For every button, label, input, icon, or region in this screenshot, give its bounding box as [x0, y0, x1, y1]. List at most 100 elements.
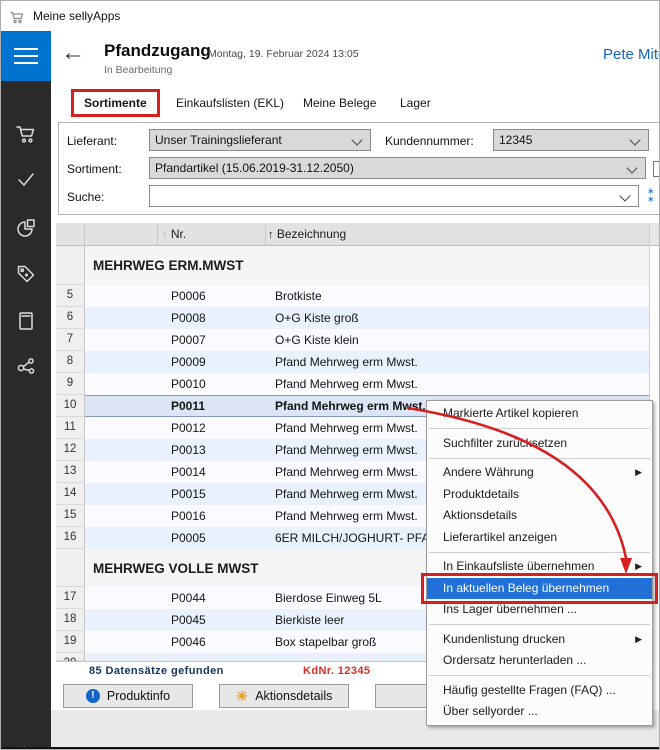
table-row[interactable]: 6P0008O+G Kiste groß: [56, 307, 649, 329]
nr-column-label: Nr.: [171, 227, 186, 241]
table-row[interactable]: 8 P0009Pfand Mehrweg erm Mwst.: [56, 351, 649, 373]
menu-item-label: Über sellyorder ...: [443, 704, 538, 718]
blank-cell: [85, 285, 158, 307]
tab-lager[interactable]: Lager: [400, 96, 431, 110]
suche-combobox[interactable]: [149, 185, 639, 207]
table-row[interactable]: 5P0006Brotkiste: [56, 285, 649, 307]
blank-cell: [85, 527, 158, 549]
menu-item-lieferartikel-anzeigen[interactable]: Lieferartikel anzeigen: [427, 527, 652, 549]
menu-item-suchfilter-zurücksetzen[interactable]: Suchfilter zurücksetzen: [427, 433, 652, 455]
artikel-nr-cell: P0012: [158, 417, 266, 439]
kundennummer-dropdown[interactable]: 12345: [493, 129, 649, 151]
rownum-cell: 16: [56, 527, 85, 549]
menu-item-kundenlistung-drucken[interactable]: Kundenlistung drucken▶: [427, 629, 652, 651]
rownum-cell: 19: [56, 631, 85, 653]
menu-item-aktionsdetails[interactable]: Aktionsdetails: [427, 505, 652, 527]
blank-cell: [85, 483, 158, 505]
submenu-arrow-icon: ▶: [635, 462, 642, 484]
artikel-nr-cell: P0044: [158, 587, 266, 609]
sortiment-label: Sortiment:: [67, 162, 122, 176]
blank-cell: [85, 653, 158, 661]
produktinfo-button[interactable]: ! Produktinfo: [63, 684, 193, 708]
menu-item-markierte-artikel-kopieren[interactable]: Markierte Artikel kopieren: [427, 403, 652, 425]
menu-item-produktdetails[interactable]: Produktdetails: [427, 484, 652, 506]
hamburger-menu-button[interactable]: [1, 31, 51, 81]
share-icon[interactable]: [14, 354, 38, 378]
menu-item-label: Ordersatz herunterladen ...: [443, 653, 586, 667]
blank-cell: [85, 417, 158, 439]
group-header-row: MEHRWEG ERM.MWST: [56, 246, 649, 285]
lieferant-value: Unser Trainingslieferant: [155, 133, 282, 147]
artikel-nr-cell: P0006: [158, 285, 266, 307]
submenu-arrow-icon: ▶: [635, 556, 642, 578]
menu-item-label: Produktdetails: [443, 487, 519, 501]
menu-item-label: Ins Lager übernehmen ...: [443, 602, 577, 616]
window-title: Meine sellyApps: [33, 9, 120, 23]
blank-column-header[interactable]: [85, 223, 158, 246]
menu-item-label: Andere Währung: [443, 465, 534, 479]
lieferant-dropdown[interactable]: Unser Trainingslieferant: [149, 129, 371, 151]
tab-sortimente[interactable]: Sortimente: [71, 89, 160, 117]
sun-icon: ☀: [236, 688, 249, 705]
bezeichnung-cell: Pfand Mehrweg erm Mwst.: [266, 373, 649, 395]
bezeichnung-cell: O+G Kiste klein: [266, 329, 649, 351]
menu-item-ins-lager-übernehmen[interactable]: Ins Lager übernehmen ...: [427, 599, 652, 621]
blank-cell: [85, 329, 158, 351]
rownum-cell: 8: [56, 351, 85, 373]
submenu-arrow-icon: ▶: [635, 629, 642, 651]
nr-column-header[interactable]: ↑ Nr.: [158, 223, 266, 246]
blank-cell: [85, 505, 158, 527]
pie-chart-icon[interactable]: [14, 216, 38, 240]
menu-item-häufig-gestellte-fragen-faq[interactable]: Häufig gestellte Fragen (FAQ) ...: [427, 680, 652, 702]
sortiment-value: Pfandartikel (15.06.2019-31.12.2050): [155, 161, 354, 175]
artikel-nr-cell: [158, 653, 266, 661]
user-name[interactable]: Pete Mitch: [603, 46, 660, 63]
menu-item-über-sellyorder[interactable]: Über sellyorder ...: [427, 701, 652, 723]
app-logo-cart-icon: [9, 9, 25, 25]
rownum-column-header[interactable]: [56, 223, 85, 246]
rownum-cell: [56, 549, 85, 587]
aktionsdetails-button[interactable]: ☀ Aktionsdetails: [219, 684, 349, 708]
menu-item-ordersatz-herunterladen[interactable]: Ordersatz herunterladen ...: [427, 650, 652, 672]
sortiment-checkbox[interactable]: [653, 161, 660, 177]
app-window: Meine sellyApps ⚙ ← Pfandzugang Montag, …: [0, 0, 660, 750]
tab-einkaufslisten-ekl[interactable]: Einkaufslisten (EKL): [176, 96, 284, 110]
table-header: ↑ Nr. ↑ Bezeichnung: [56, 223, 649, 246]
blank-cell: [85, 395, 158, 417]
menu-item-andere-währung[interactable]: Andere Währung ▶: [427, 462, 652, 484]
tab-meine-belege[interactable]: Meine Belege: [303, 96, 376, 110]
kundennummer-label: Kundennummer:: [385, 134, 474, 148]
sort-asc-faint-icon: ↑: [162, 229, 168, 241]
group-label: MEHRWEG ERM.MWST: [85, 246, 649, 285]
lieferant-label: Lieferant:: [67, 134, 117, 148]
rownum-cell: 14: [56, 483, 85, 505]
sortiment-dropdown[interactable]: Pfandartikel (15.06.2019-31.12.2050): [149, 157, 646, 179]
back-button[interactable]: ←: [61, 41, 85, 65]
artikel-nr-cell: P0045: [158, 609, 266, 631]
artikel-nr-cell: P0009: [158, 351, 266, 373]
rownum-cell: 10: [56, 395, 85, 417]
rownum-cell: 7: [56, 329, 85, 351]
artikel-nr-cell: P0011: [158, 395, 266, 417]
chevron-down-icon: [351, 134, 362, 145]
bezeichnung-column-header[interactable]: ↑ Bezeichnung: [266, 223, 649, 246]
book-icon[interactable]: [14, 309, 38, 333]
artikel-nr-cell: P0007: [158, 329, 266, 351]
bezeichnung-cell: Pfand Mehrweg erm Mwst.: [266, 351, 649, 373]
menu-item-in-einkaufsliste-übernehmen[interactable]: In Einkaufsliste übernehmen ▶: [427, 556, 652, 578]
record-count: 85 Datensätze gefunden: [89, 665, 224, 677]
rownum-cell: 12: [56, 439, 85, 461]
info-icon: !: [86, 689, 100, 703]
bezeichnung-cell: O+G Kiste groß: [266, 307, 649, 329]
menu-item-in-aktuellen-beleg-übernehmen[interactable]: In aktuellen Beleg übernehmen: [427, 578, 652, 600]
artikel-nr-cell: P0010: [158, 373, 266, 395]
table-row[interactable]: 9P0010Pfand Mehrweg erm Mwst.: [56, 373, 649, 395]
tag-icon[interactable]: [14, 262, 38, 286]
menu-item-label: Markierte Artikel kopieren: [443, 406, 578, 420]
check-icon[interactable]: [14, 167, 38, 191]
table-row[interactable]: 7 P0007O+G Kiste klein: [56, 329, 649, 351]
menu-item-label: In Einkaufsliste übernehmen: [443, 559, 594, 573]
cart-icon[interactable]: [14, 122, 38, 146]
artikel-nr-cell: P0013: [158, 439, 266, 461]
menu-separator: [429, 624, 650, 625]
